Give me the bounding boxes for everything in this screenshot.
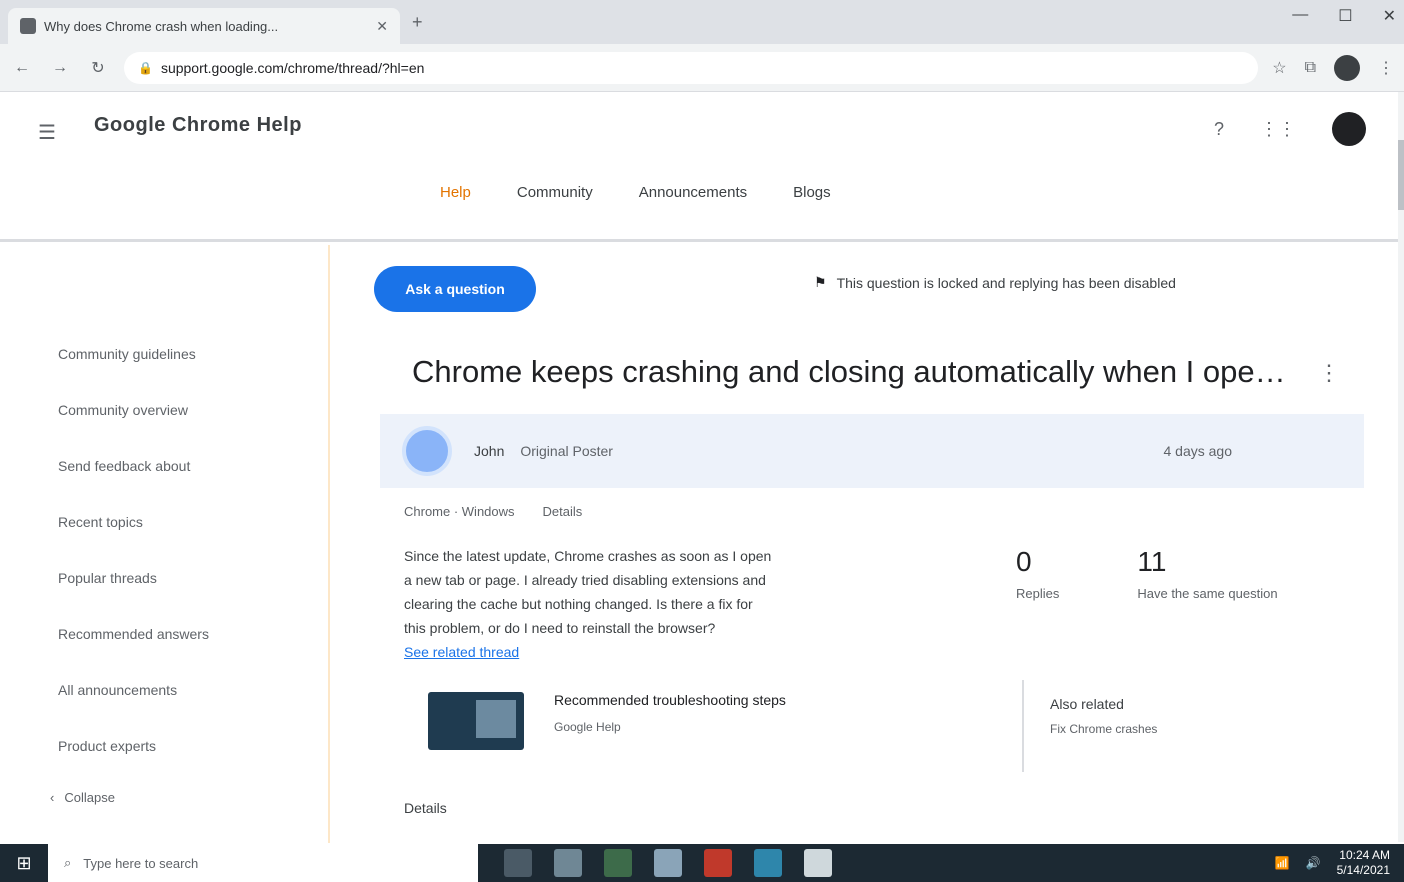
site-logo[interactable]: Google Chrome Help [94,114,302,137]
tab-title: Why does Chrome crash when loading... [44,18,279,34]
lock-icon: 🔒 [138,60,153,75]
browser-tab[interactable]: Why does Chrome crash when loading... ✕ [8,8,400,44]
sidebar-item[interactable]: Community guidelines [58,346,196,362]
body-line: clearing the cache but nothing changed. … [404,596,753,612]
start-button[interactable]: ⊞ [0,844,48,882]
side-card-title: Also related [1050,696,1124,712]
star-icon[interactable]: ☆ [1272,58,1286,78]
scrollbar-thumb[interactable] [1398,140,1404,210]
details-section-label: Details [404,800,447,816]
browser-menu-icon[interactable]: ⋮ [1378,58,1394,78]
body-line: Since the latest update, Chrome crashes … [404,548,772,564]
forward-button[interactable]: → [48,59,72,77]
clock-date: 5/14/2021 [1336,863,1390,877]
chevron-left-icon: ‹ [50,790,55,805]
os-taskbar: ⊞ ⌕ Type here to search 📶 🔊 10:24 AM 5/1… [0,844,1404,882]
body-line: this problem, or do I need to reinstall … [404,620,716,636]
taskbar-app-icon[interactable] [554,849,582,877]
sidebar-item[interactable]: Recent topics [58,514,143,530]
taskbar-search[interactable]: ⌕ Type here to search [48,844,478,882]
collapse-label: Collapse [64,790,115,805]
search-icon: ⌕ [64,855,72,870]
taskbar-app-icon[interactable] [804,849,832,877]
maximize-button[interactable]: ☐ [1338,6,1352,26]
clock-time: 10:24 AM [1339,848,1390,862]
left-sidebar [0,245,330,843]
site-favicon-icon [20,18,36,34]
flag-icon: ⚑ [814,274,827,290]
tab-help[interactable]: Help [440,184,471,201]
taskbar-search-placeholder: Type here to search [83,855,199,871]
stat-number: 0 [1016,546,1032,577]
taskbar-app-icon[interactable] [604,849,632,877]
card-title: Recommended troubleshooting steps [554,692,786,708]
url-field[interactable]: 🔒 support.google.com/chrome/thread/?hl=e… [124,51,1259,84]
notice-text: This question is locked and replying has… [836,274,1176,291]
sidebar-item[interactable]: Product experts [58,738,156,754]
address-bar-row: ← → ↻ 🔒 support.google.com/chrome/thread… [0,44,1404,92]
question-body: Since the latest update, Chrome crashes … [404,544,964,664]
author-name[interactable]: John [474,443,504,459]
browser-tab-strip: Why does Chrome crash when loading... ✕ … [0,0,1404,44]
author-bar: John Original Poster 4 days ago [380,414,1364,488]
taskbar-app-icon[interactable] [654,849,682,877]
sidebar-item[interactable]: Popular threads [58,570,157,586]
browser-profile-avatar[interactable] [1334,54,1360,81]
minimize-button[interactable]: — [1292,6,1308,26]
card-thumbnail [428,692,524,750]
close-window-button[interactable]: ✕ [1383,6,1396,26]
hamburger-menu-icon[interactable]: ☰ [38,120,56,145]
stat-same-question[interactable]: 11 Have the same question [1137,546,1277,601]
new-tab-button[interactable]: + [412,12,423,33]
locked-notice: ⚑ This question is locked and replying h… [814,274,1176,291]
taskbar-apps [504,849,832,877]
tab-announcements[interactable]: Announcements [639,184,747,201]
stat-replies: 0 Replies [1016,546,1059,601]
tab-close-icon[interactable]: ✕ [376,18,388,35]
side-card-subtitle: Fix Chrome crashes [1050,722,1158,736]
tab-community[interactable]: Community [517,184,593,201]
reload-button[interactable]: ↻ [86,58,110,78]
recommended-card[interactable]: Recommended troubleshooting steps Google… [404,672,1026,782]
site-nav-tabs: Help Community Announcements Blogs [440,184,831,201]
system-tray: 📶 🔊 10:24 AM 5/14/2021 [1275,848,1390,878]
stat-number: 11 [1137,546,1167,577]
question-stats: 0 Replies 11 Have the same question [1016,546,1278,601]
question-title: Chrome keeps crashing and closing automa… [412,354,1292,389]
window-controls: — ☐ ✕ [1292,6,1396,26]
taskbar-app-icon[interactable] [704,849,732,877]
apps-icon[interactable]: ⋮⋮ [1260,119,1296,140]
volume-icon[interactable]: 🔊 [1306,856,1321,870]
sidebar-item[interactable]: Send feedback about [58,458,190,474]
meta-product: Chrome · Windows [404,504,515,519]
clock[interactable]: 10:24 AM 5/14/2021 [1337,848,1390,878]
meta-details[interactable]: Details [543,504,583,519]
author-role: Original Poster [520,443,613,459]
sidebar-collapse[interactable]: ‹ Collapse [50,790,115,805]
sidebar-item[interactable]: Community overview [58,402,188,418]
sidebar-item[interactable]: Recommended answers [58,626,209,642]
ask-question-button[interactable]: Ask a question [374,266,536,312]
url-text: support.google.com/chrome/thread/?hl=en [160,59,425,76]
more-options-icon[interactable]: ⋮ [1318,360,1340,386]
stat-label: Have the same question [1137,586,1278,601]
author-avatar[interactable] [402,426,452,476]
post-time: 4 days ago [1163,443,1233,459]
card-subtitle: Google Help [554,720,621,734]
account-avatar[interactable] [1332,112,1366,146]
related-side-card[interactable]: Also related Fix Chrome crashes [1022,680,1302,772]
network-icon[interactable]: 📶 [1275,856,1290,870]
stat-label: Replies [1016,586,1060,601]
tab-blogs[interactable]: Blogs [793,184,831,201]
extension-icon[interactable]: ⧉ [1305,59,1316,77]
question-meta: Chrome · Windows Details [404,504,582,519]
back-button[interactable]: ← [10,59,34,77]
related-thread-link[interactable]: See related thread [404,644,519,660]
body-line: a new tab or page. I already tried disab… [404,572,766,588]
taskbar-app-icon[interactable] [504,849,532,877]
sidebar-item[interactable]: All announcements [58,682,177,698]
taskbar-app-icon[interactable] [754,849,782,877]
help-icon[interactable]: ? [1214,119,1224,140]
